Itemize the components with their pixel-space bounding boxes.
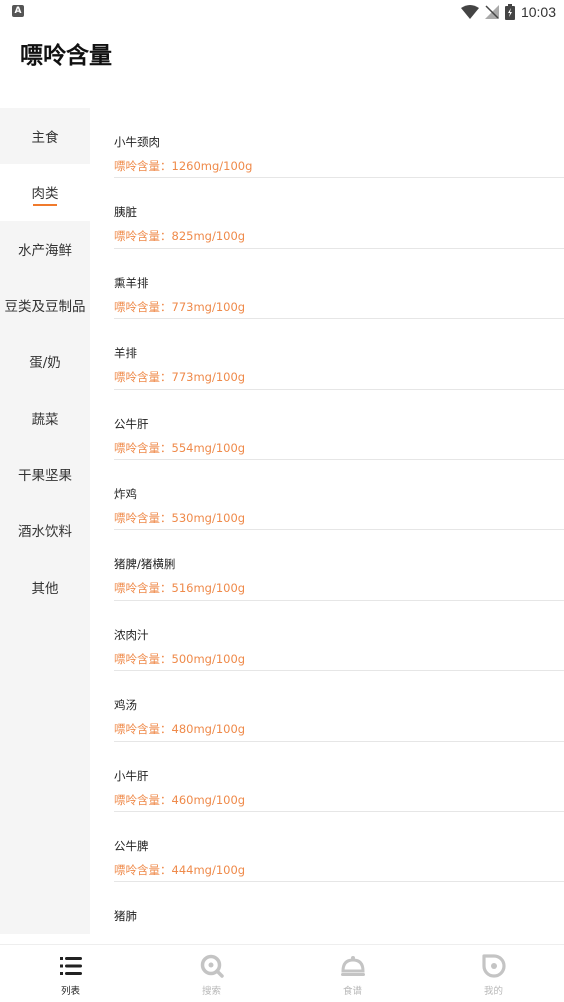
status-time: 10:03 bbox=[520, 4, 556, 20]
list-item[interactable]: 公牛脾 嘌呤含量：444mg/100g bbox=[114, 812, 564, 883]
sidebar-item-label: 其他 bbox=[31, 580, 59, 597]
food-name: 炸鸡 bbox=[114, 486, 137, 501]
purine-content: 嘌呤含量：460mg/100g bbox=[114, 792, 246, 807]
sidebar-item-label: 主食 bbox=[31, 130, 59, 147]
food-name: 熏羊排 bbox=[114, 275, 149, 290]
food-name: 羊排 bbox=[114, 346, 137, 361]
food-list[interactable]: 小牛颈肉 嘌呤含量：1260mg/100g 胰脏 嘌呤含量：825mg/100g… bbox=[114, 108, 564, 934]
nav-list[interactable]: 列表 bbox=[0, 945, 141, 1002]
purine-content: 嘌呤含量：773mg/100g bbox=[114, 299, 246, 314]
list-item[interactable]: 鸡汤 嘌呤含量：480mg/100g bbox=[114, 671, 564, 742]
list-item[interactable]: 小牛肝 嘌呤含量：460mg/100g bbox=[114, 742, 564, 812]
list-item[interactable]: 公牛肝 嘌呤含量：554mg/100g bbox=[114, 390, 564, 460]
search-icon bbox=[200, 954, 224, 978]
list-item[interactable]: 炸鸡 嘌呤含量：530mg/100g bbox=[114, 460, 564, 531]
food-name: 公牛肝 bbox=[114, 416, 149, 431]
sidebar-item-label: 肉类 bbox=[31, 186, 59, 203]
nav-search[interactable]: 搜索 bbox=[141, 945, 282, 1002]
sidebar-item-label: 豆类及豆制品 bbox=[4, 299, 86, 316]
list-item[interactable]: 熏羊排 嘌呤含量：773mg/100g bbox=[114, 249, 564, 320]
purine-content: 嘌呤含量：554mg/100g bbox=[114, 440, 246, 455]
no-signal-icon bbox=[484, 5, 499, 19]
category-sidebar: 主食 肉类 水产海鲜 豆类及豆制品 蛋/奶 蔬菜 干果坚果 酒水饮料 其他 bbox=[0, 108, 90, 934]
sidebar-item-label: 干果坚果 bbox=[18, 467, 72, 484]
purine-content: 嘌呤含量：825mg/100g bbox=[114, 229, 246, 244]
battery-charging-icon bbox=[504, 4, 515, 20]
sidebar-item-vegetables[interactable]: 蔬菜 bbox=[0, 389, 90, 445]
food-name: 公牛脾 bbox=[114, 838, 149, 853]
purine-content: 嘌呤含量：516mg/100g bbox=[114, 581, 246, 596]
nav-label: 我的 bbox=[483, 986, 503, 997]
cloche-icon bbox=[340, 956, 365, 976]
status-bar: A 10:03 bbox=[0, 0, 564, 24]
purine-content: 嘌呤含量：1260mg/100g bbox=[114, 159, 253, 173]
food-name: 小牛颈肉 bbox=[114, 135, 160, 149]
purine-content: 嘌呤含量：500mg/100g bbox=[114, 651, 246, 666]
food-name: 猪脾/猪横脷 bbox=[114, 557, 176, 572]
list-item[interactable]: 猪肺 bbox=[114, 882, 564, 934]
list-item[interactable]: 羊排 嘌呤含量：773mg/100g bbox=[114, 319, 564, 390]
food-name: 浓肉汁 bbox=[114, 627, 149, 642]
wifi-icon bbox=[460, 5, 479, 19]
sidebar-item-label: 水产海鲜 bbox=[18, 242, 72, 259]
sidebar-item-other[interactable]: 其他 bbox=[0, 558, 90, 614]
food-name: 小牛肝 bbox=[114, 768, 149, 783]
sidebar-item-drinks[interactable]: 酒水饮料 bbox=[0, 502, 90, 558]
nav-recipes[interactable]: 食谱 bbox=[282, 945, 423, 1002]
nav-label: 列表 bbox=[60, 986, 80, 997]
status-icons: 10:03 bbox=[460, 2, 556, 22]
list-item[interactable]: 小牛颈肉 嘌呤含量：1260mg/100g bbox=[114, 108, 564, 179]
list-icon bbox=[59, 957, 82, 975]
food-name: 猪肺 bbox=[114, 909, 137, 924]
sidebar-item-staple[interactable]: 主食 bbox=[0, 108, 90, 164]
bottom-nav: 列表 搜索 食谱 我的 bbox=[0, 944, 564, 1002]
sidebar-item-nuts[interactable]: 干果坚果 bbox=[0, 446, 90, 502]
list-item[interactable]: 胰脏 嘌呤含量：825mg/100g bbox=[114, 178, 564, 249]
active-indicator bbox=[33, 203, 57, 206]
purine-content: 嘌呤含量：530mg/100g bbox=[114, 510, 246, 525]
sidebar-item-label: 蛋/奶 bbox=[29, 355, 61, 372]
purine-content: 嘌呤含量：480mg/100g bbox=[114, 722, 246, 737]
nav-label: 食谱 bbox=[342, 986, 362, 997]
nav-label: 搜索 bbox=[201, 986, 221, 997]
purine-content: 嘌呤含量：773mg/100g bbox=[114, 370, 246, 385]
list-item[interactable]: 猪脾/猪横脷 嘌呤含量：516mg/100g bbox=[114, 530, 564, 601]
sidebar-item-seafood[interactable]: 水产海鲜 bbox=[0, 221, 90, 277]
purine-content: 嘌呤含量：444mg/100g bbox=[114, 862, 246, 877]
sidebar-item-label: 蔬菜 bbox=[31, 411, 59, 428]
page-title: 嘌呤含量 bbox=[20, 43, 112, 69]
sidebar-item-meat[interactable]: 肉类 bbox=[0, 164, 90, 221]
profile-icon bbox=[481, 954, 506, 978]
list-item[interactable]: 浓肉汁 嘌呤含量：500mg/100g bbox=[114, 601, 564, 672]
sidebar-item-label: 酒水饮料 bbox=[18, 524, 72, 541]
sidebar-item-egg-milk[interactable]: 蛋/奶 bbox=[0, 333, 90, 389]
app-badge-icon: A bbox=[12, 5, 24, 17]
food-name: 鸡汤 bbox=[114, 698, 137, 713]
food-name: 胰脏 bbox=[114, 205, 137, 220]
nav-profile[interactable]: 我的 bbox=[423, 945, 564, 1002]
sidebar-item-beans[interactable]: 豆类及豆制品 bbox=[0, 277, 90, 333]
